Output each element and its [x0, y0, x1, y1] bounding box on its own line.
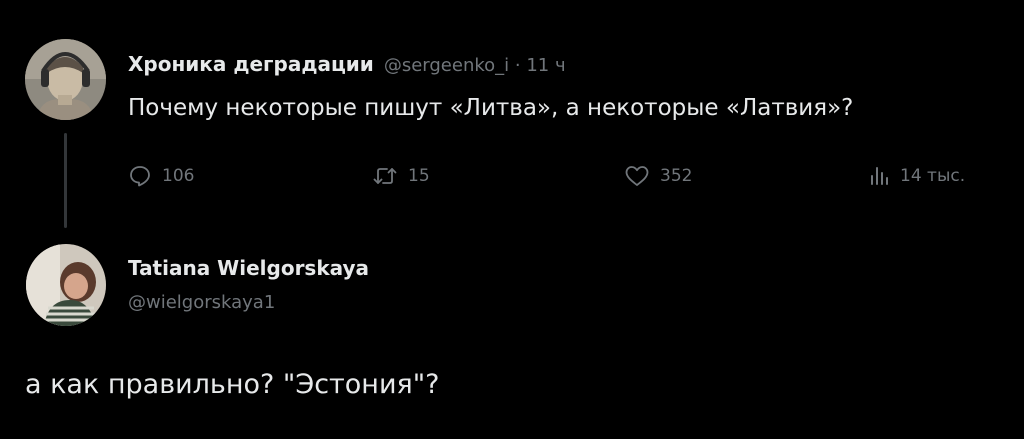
tweet1-text: Почему некоторые пишут «Литва», а некото… — [128, 95, 854, 121]
views-count: 14 тыс. — [900, 166, 966, 186]
tweet1-header: Хроника деградации @sergeenko_i · 11 ч — [128, 52, 566, 76]
tweet1-separator: · — [509, 55, 527, 76]
avatar-tweet1-author[interactable] — [25, 39, 106, 120]
tweet2-author-name[interactable]: Tatiana Wielgorskaya — [128, 256, 369, 280]
reply-icon — [130, 166, 150, 187]
retweet-count: 15 — [408, 166, 430, 186]
like-icon — [625, 166, 649, 186]
avatar-tweet1-image — [25, 39, 106, 120]
like-button[interactable]: 352 — [624, 164, 692, 188]
avatar-tweet2-author[interactable] — [26, 244, 106, 326]
thread-connector-line — [64, 133, 67, 228]
retweet-icon — [373, 168, 397, 184]
tweet1-time[interactable]: 11 ч — [526, 55, 565, 76]
tweet1-author-name[interactable]: Хроника деградации — [128, 52, 374, 76]
avatar-tweet2-image — [26, 244, 106, 326]
reply-count: 106 — [162, 166, 195, 186]
views-button[interactable]: 14 тыс. — [868, 164, 965, 188]
tweet1-handle[interactable]: @sergeenko_i — [384, 55, 509, 76]
tweet1-meta: @sergeenko_i · 11 ч — [384, 55, 566, 76]
views-icon — [871, 167, 888, 185]
tweet2-handle[interactable]: @wielgorskaya1 — [128, 292, 275, 313]
retweet-button[interactable]: 15 — [372, 164, 430, 188]
tweet2-text: а как правильно? "Эстония"? — [25, 369, 440, 400]
like-count: 352 — [660, 166, 693, 186]
reply-button[interactable]: 106 — [128, 164, 194, 188]
